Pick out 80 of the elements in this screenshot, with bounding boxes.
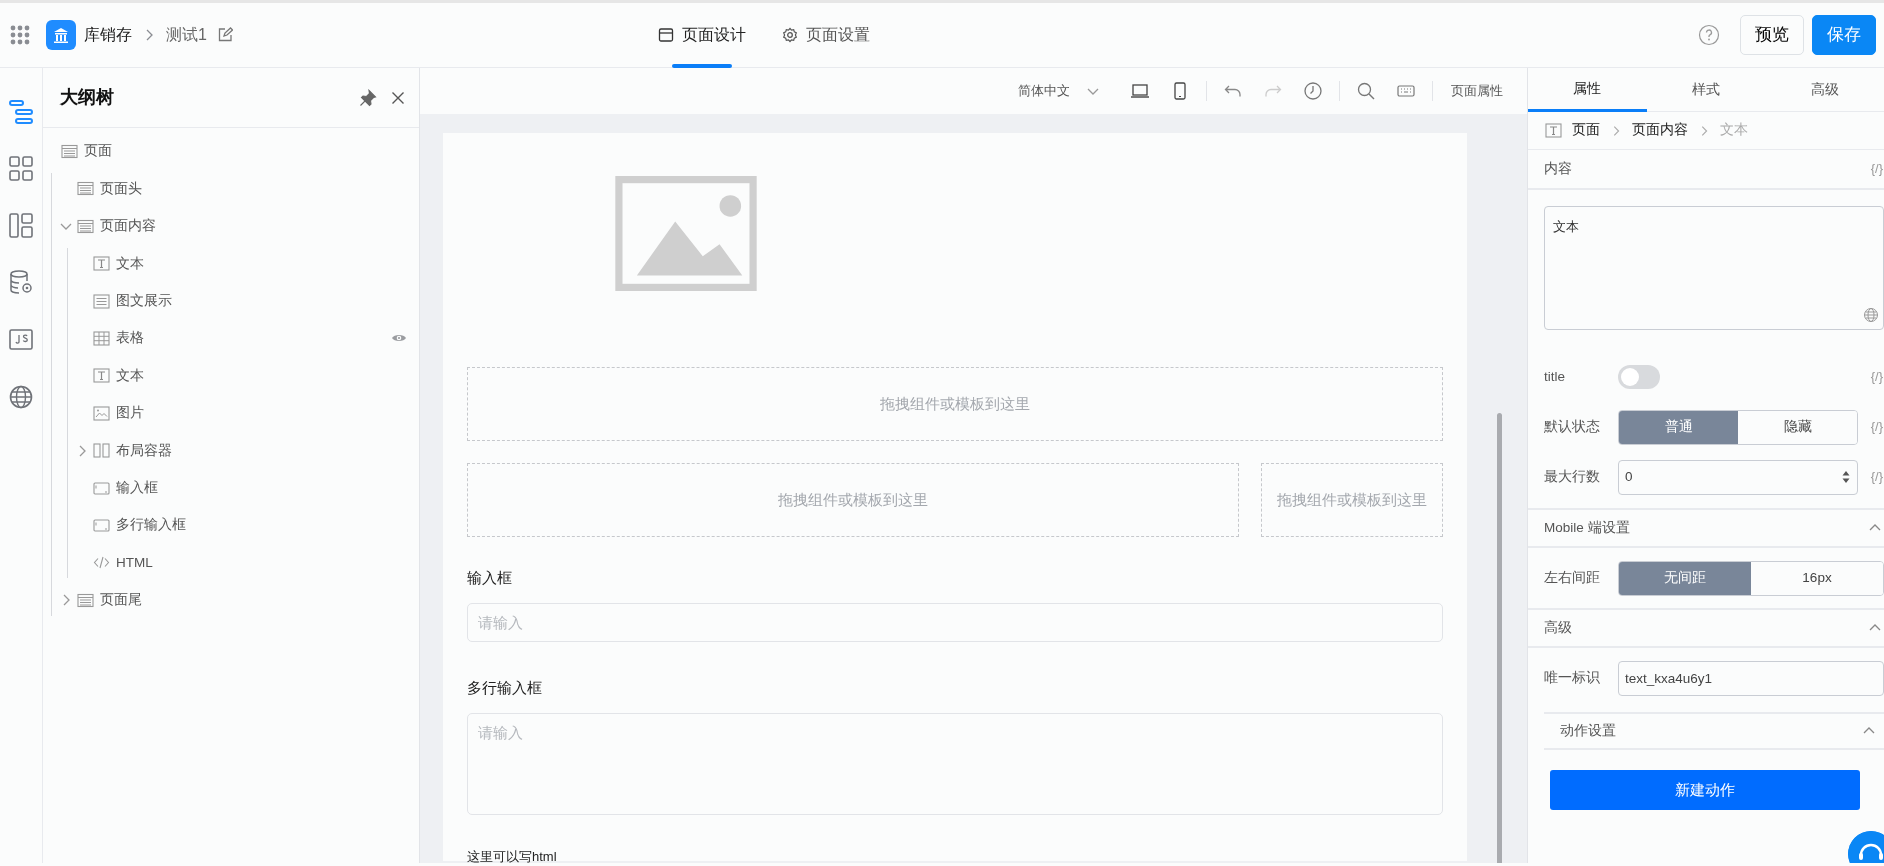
image-placeholder-icon xyxy=(615,176,757,291)
section-title: 内容 xyxy=(1544,159,1572,178)
code-icon xyxy=(93,555,110,571)
page-tab[interactable]: 页面设计 xyxy=(640,2,764,68)
apps-grid-icon[interactable] xyxy=(10,25,30,45)
scrollbar[interactable] xyxy=(1497,413,1502,863)
segment-option[interactable]: 普通 xyxy=(1619,410,1738,444)
toggle-switch[interactable] xyxy=(1618,365,1660,389)
edit-icon[interactable] xyxy=(216,27,233,43)
new-action-button[interactable]: 新建动作 xyxy=(1550,770,1860,810)
field-label: 输入框 xyxy=(467,568,513,588)
field-label: 左右间距 xyxy=(1544,568,1601,587)
number-field[interactable]: 0 xyxy=(1618,459,1858,495)
page-block-icon xyxy=(61,144,78,159)
stepper-icon[interactable] xyxy=(1841,469,1851,485)
globe-icon[interactable] xyxy=(8,383,34,411)
textarea-field[interactable]: 请输入 xyxy=(467,713,1443,815)
help-icon[interactable] xyxy=(1698,24,1720,46)
pin-icon[interactable] xyxy=(359,88,377,107)
grid-icon[interactable] xyxy=(8,155,34,183)
tree-item[interactable]: 页面头 xyxy=(77,178,142,199)
columns-icon xyxy=(93,443,110,459)
tree-item[interactable]: 多行输入框 xyxy=(93,515,186,536)
segment-option[interactable]: 无间距 xyxy=(1619,561,1751,595)
table-icon xyxy=(93,330,110,346)
breadcrumb-item[interactable]: 页面 xyxy=(1572,120,1600,141)
field-label: title xyxy=(1544,367,1566,386)
outline-icon[interactable] xyxy=(8,98,34,126)
paragraph-icon xyxy=(93,293,110,309)
tree-item[interactable]: 文本 xyxy=(93,253,144,274)
breadcrumb-item[interactable]: 页面内容 xyxy=(1632,120,1688,141)
page-tab[interactable]: 页面设置 xyxy=(764,2,888,68)
text-icon xyxy=(1545,123,1562,138)
field-label: 唯一标识 xyxy=(1544,668,1601,687)
field-label: 多行输入框 xyxy=(467,678,543,698)
field-label: 最大行数 xyxy=(1544,467,1601,486)
tree-item[interactable]: 输入框 xyxy=(93,477,158,499)
field-label: 默认状态 xyxy=(1544,417,1601,436)
layout-icon[interactable] xyxy=(8,212,34,240)
page-properties-button[interactable]: 页面属性 xyxy=(1445,80,1509,102)
save-button[interactable]: 保存 xyxy=(1812,15,1876,55)
page-block-icon xyxy=(77,592,94,608)
text-icon xyxy=(93,368,110,384)
page-block-icon xyxy=(77,218,94,234)
settings-icon xyxy=(782,27,798,43)
database-gear-icon[interactable] xyxy=(8,269,34,297)
panel-title: 大纲树 xyxy=(60,86,114,109)
tree-item[interactable]: 图文展示 xyxy=(93,290,172,312)
id-field[interactable]: text_kxa4u6y1 xyxy=(1618,660,1884,696)
preview-button[interactable]: 预览 xyxy=(1740,15,1804,55)
app-name[interactable]: 库销存 xyxy=(84,23,132,47)
tree-item[interactable]: 表格 xyxy=(93,328,144,349)
tree-item[interactable]: 页面内容 xyxy=(77,216,156,237)
globe-icon[interactable] xyxy=(1863,307,1879,323)
section-title: 高级 xyxy=(1544,618,1572,637)
input-field[interactable]: 请输入 xyxy=(467,603,1443,642)
page-name: 测试1 xyxy=(166,25,207,45)
content-textarea[interactable]: 文本 xyxy=(1544,206,1884,330)
tree-item[interactable]: 页面 xyxy=(61,141,112,162)
bank-logo-icon xyxy=(46,20,76,50)
tree-item[interactable]: 图片 xyxy=(93,403,144,424)
inspector-tab[interactable]: 高级 xyxy=(1765,68,1884,112)
input-box-icon xyxy=(93,517,110,533)
tree-item[interactable]: 文本 xyxy=(93,365,144,386)
page-block-icon xyxy=(77,181,94,197)
inspector-tab[interactable]: 样式 xyxy=(1646,68,1766,112)
input-box-icon xyxy=(93,480,110,496)
inspector-tab[interactable]: 属性 xyxy=(1528,68,1647,112)
tree-item[interactable]: 布局容器 xyxy=(93,440,172,461)
image-icon xyxy=(93,405,110,421)
section-title: 动作设置 xyxy=(1560,721,1616,740)
section-title: Mobile 端设置 xyxy=(1544,518,1630,537)
language-select[interactable]: 简体中文 xyxy=(1012,80,1106,102)
text-icon xyxy=(93,256,110,272)
close-icon[interactable] xyxy=(391,90,405,105)
breadcrumb-item: 文本 xyxy=(1720,121,1748,140)
html-text: 这里可以写html xyxy=(467,848,558,863)
tree-item[interactable]: 页面尾 xyxy=(77,590,142,611)
window-icon xyxy=(658,27,674,43)
tree-item[interactable]: HTML xyxy=(93,552,153,573)
